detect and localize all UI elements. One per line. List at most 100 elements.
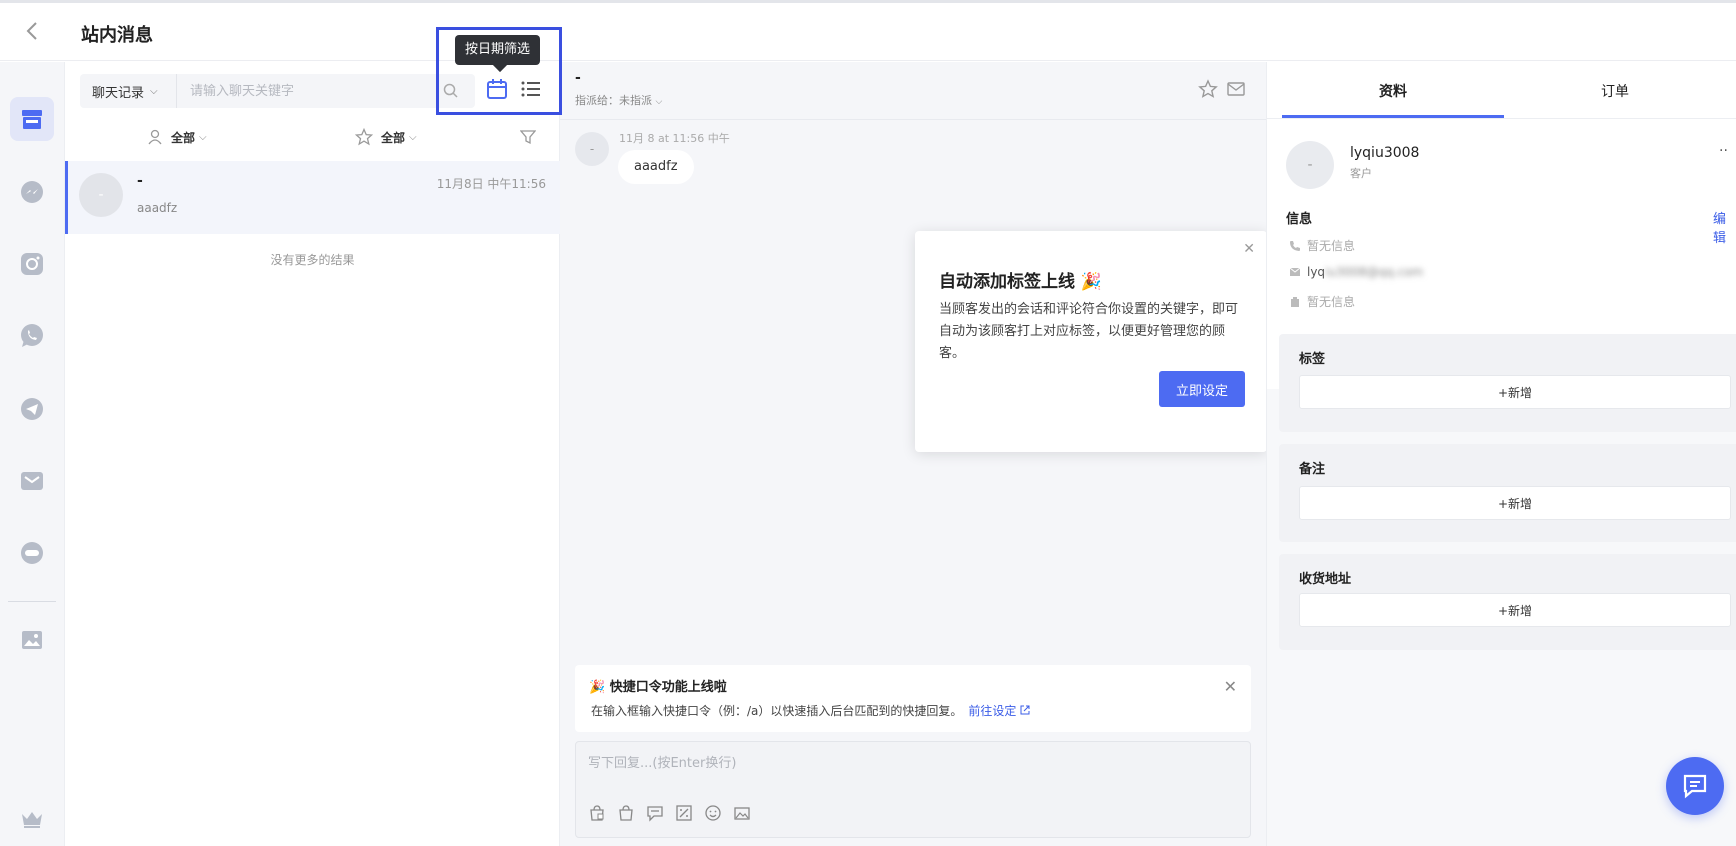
tab-orders[interactable]: 订单 [1504, 62, 1726, 119]
email-visible: lyq [1307, 265, 1326, 279]
search-input[interactable] [180, 74, 435, 108]
message-bubble: aaadfz [618, 150, 694, 184]
avatar: - [79, 173, 123, 217]
nav-item-whatsapp[interactable] [10, 314, 54, 358]
chat-header: - 指派给：未指派 ⌵ [560, 62, 1266, 120]
star-filter[interactable]: 全部 ⌵ [355, 122, 417, 152]
customer-tabs: 资料 订单 [1267, 62, 1736, 119]
notice-link-label: 前往设定 [968, 704, 1017, 718]
nav-item-premium[interactable] [10, 797, 54, 841]
chat-bubble-icon [1683, 774, 1707, 799]
search-type-select[interactable]: 聊天记录 ⌵ [80, 74, 177, 108]
nav-item-store[interactable] [10, 97, 54, 141]
address-row: 暂无信息 [1289, 293, 1355, 310]
conversation-name: - [137, 173, 143, 189]
date-filter-tooltip: 按日期筛选 [455, 35, 541, 65]
customer-panel: 资料 订单 - lyqiu3008 客户 ·· 信息 编辑 暂无信息 lyqiu… [1266, 62, 1736, 846]
emoji-icon[interactable] [704, 804, 722, 822]
assign-label: 指派给：未指派 [575, 94, 652, 107]
notice-title: 🎉 快捷口令功能上线啦 [589, 680, 727, 695]
agent-filter-label: 全部 [171, 130, 196, 145]
active-tab-indicator [1282, 115, 1504, 118]
notice-description: 在输入框输入快捷口令（例：/a）以快速插入后台匹配到的快捷回复。 前往设定 [591, 702, 1030, 719]
shopping-bag-icon[interactable] [617, 804, 635, 822]
edit-link[interactable]: 编辑 [1713, 208, 1736, 246]
add-note-button[interactable]: +新增 [1299, 486, 1731, 520]
email-icon [21, 472, 43, 490]
reply-input[interactable] [576, 742, 1250, 792]
email-value: lyqiu3008@qq.com [1307, 265, 1423, 279]
chevron-left-icon [26, 22, 37, 40]
address-value: 暂无信息 [1307, 295, 1356, 309]
mail-icon[interactable] [1226, 79, 1246, 99]
support-chat-button[interactable] [1666, 757, 1724, 815]
chevron-down-icon: ⌵ [409, 131, 417, 143]
shipping-section: 收货地址 +新增 [1279, 554, 1736, 650]
tab-profile[interactable]: 资料 [1282, 62, 1504, 119]
list-view-icon[interactable] [519, 77, 543, 101]
message-time: 11月 8 at 11:56 中午 [619, 132, 730, 145]
instagram-icon [21, 253, 43, 275]
nav-item-email[interactable] [10, 459, 54, 503]
crown-icon [22, 812, 42, 828]
product-icon[interactable] [588, 804, 606, 822]
back-button[interactable] [20, 19, 44, 43]
notice-text: 在输入框输入快捷口令（例：/a）以快速插入后台匹配到的快捷回复。 [591, 704, 963, 718]
add-tag-button[interactable]: +新增 [1299, 375, 1731, 409]
quick-reply-icon[interactable] [646, 804, 664, 822]
conversation-list-panel: 聊天记录 ⌵ 全部 ⌵ 全部 ⌵ - - [65, 62, 560, 846]
notes-section-title: 备注 [1299, 462, 1326, 477]
popup-title: 自动添加标签上线 🎉 [939, 272, 1103, 292]
line-icon [21, 542, 43, 564]
nav-divider [8, 601, 56, 602]
mail-icon [1289, 267, 1301, 276]
discount-icon[interactable] [675, 804, 693, 822]
star-icon [355, 128, 373, 146]
nav-item-messenger[interactable] [10, 170, 54, 214]
filter-row: 全部 ⌵ 全部 ⌵ [65, 122, 560, 152]
star-icon[interactable] [1198, 79, 1218, 99]
shipping-section-title: 收货地址 [1299, 572, 1352, 587]
notes-section: 备注 +新增 [1279, 444, 1736, 542]
email-row: lyqiu3008@qq.com [1289, 265, 1423, 279]
nav-item-line[interactable] [10, 531, 54, 575]
notice-settings-link[interactable]: 前往设定 [968, 704, 1030, 718]
setup-now-button[interactable]: 立即设定 [1159, 371, 1245, 407]
close-icon[interactable]: ✕ [1243, 241, 1255, 257]
conversation-item[interactable]: - - 11月8日 中午11:56 aaadfz [65, 161, 560, 234]
messenger-icon [21, 181, 43, 203]
tags-section-title: 标签 [1299, 352, 1326, 367]
phone-icon [1290, 240, 1300, 251]
add-address-button[interactable]: +新增 [1299, 593, 1731, 627]
building-icon [1291, 296, 1299, 307]
filter-icon [520, 130, 536, 145]
whatsapp-icon [21, 324, 43, 347]
nav-item-telegram[interactable] [10, 387, 54, 431]
telegram-icon [21, 398, 43, 420]
chevron-down-icon: ⌵ [150, 85, 158, 97]
star-filter-label: 全部 [381, 130, 406, 145]
channel-sidebar [0, 62, 65, 846]
calendar-icon[interactable] [485, 77, 509, 101]
assign-dropdown[interactable]: 指派给：未指派 ⌵ [575, 92, 662, 108]
image-upload-icon[interactable] [733, 804, 751, 822]
nav-item-instagram[interactable] [10, 242, 54, 286]
close-icon[interactable]: ✕ [1224, 677, 1237, 696]
tags-section: 标签 +新增 [1279, 334, 1736, 432]
search-icon[interactable] [442, 82, 460, 100]
advanced-filter[interactable] [520, 122, 536, 152]
customer-name: lyqiu3008 [1350, 145, 1420, 161]
conversation-preview: aaadfz [137, 201, 178, 215]
more-options-icon[interactable]: ·· [1719, 143, 1728, 159]
nav-item-gallery[interactable] [10, 618, 54, 662]
phone-row: 暂无信息 [1289, 237, 1355, 254]
reply-composer [575, 741, 1251, 838]
quick-command-notice: 🎉 快捷口令功能上线啦 在输入框输入快捷口令（例：/a）以快速插入后台匹配到的快… [575, 665, 1251, 732]
app-header: 站内消息 [0, 3, 1736, 61]
search-bar: 聊天记录 ⌵ [80, 74, 475, 108]
message-avatar: - [575, 132, 609, 166]
agent-filter[interactable]: 全部 ⌵ [147, 122, 207, 152]
info-section-title: 信息 [1286, 212, 1313, 227]
customer-role: 客户 [1350, 167, 1372, 180]
customer-avatar: - [1286, 141, 1334, 189]
